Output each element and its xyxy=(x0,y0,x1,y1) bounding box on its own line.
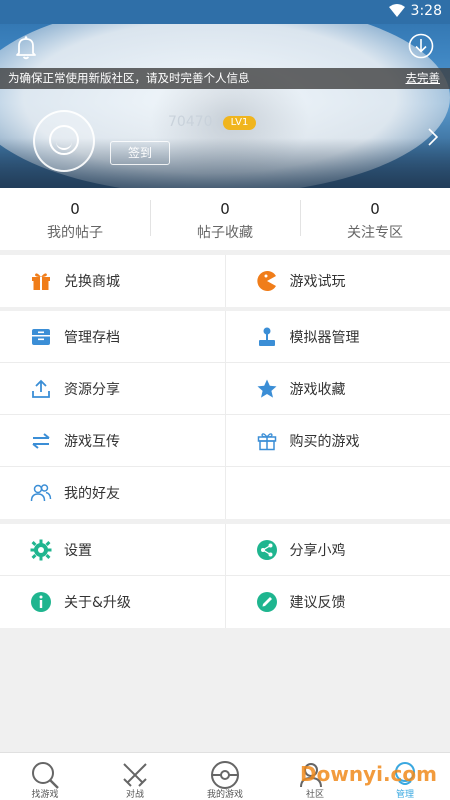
level-badge: LV1 xyxy=(223,116,256,130)
swap-arrows-icon xyxy=(30,430,52,452)
game-transfer-item[interactable]: 游戏互传 xyxy=(0,415,225,466)
signin-button[interactable]: 签到 xyxy=(110,141,170,165)
pacman-icon xyxy=(256,270,278,292)
wifi-icon xyxy=(388,4,405,17)
star-icon xyxy=(256,378,278,400)
gear-icon xyxy=(30,539,52,561)
stat-post-favorites[interactable]: 0 帖子收藏 xyxy=(150,188,300,250)
share-icon xyxy=(256,539,278,561)
exchange-store-item[interactable]: 兑换商城 xyxy=(0,255,225,307)
info-icon xyxy=(30,591,52,613)
status-bar: 3:28 xyxy=(0,0,450,24)
upload-icon xyxy=(30,378,52,400)
chevron-right-icon[interactable] xyxy=(428,128,438,146)
stat-my-posts[interactable]: 0 我的帖子 xyxy=(0,188,150,250)
menu-section-manage: 管理存档 模拟器管理 资源分享 游戏收藏 游戏互传 购买的游戏 我的好友 xyxy=(0,311,450,519)
username: 70470 xyxy=(168,114,213,130)
my-friends-item[interactable]: 我的好友 xyxy=(0,467,225,519)
manage-saves-item[interactable]: 管理存档 xyxy=(0,311,225,362)
pencil-icon xyxy=(256,591,278,613)
nav-find-games[interactable]: 找游戏 xyxy=(0,753,90,800)
resource-share-item[interactable]: 资源分享 xyxy=(0,363,225,414)
download-icon[interactable] xyxy=(408,33,434,59)
profile-header: 为确保正常使用新版社区，请及时完善个人信息 去完善 70470 LV1 签到 xyxy=(0,0,450,188)
joystick-icon xyxy=(256,326,278,348)
watermark: Downyi.com xyxy=(300,762,437,786)
gift-box-icon xyxy=(30,270,52,292)
nav-battle[interactable]: 对战 xyxy=(90,753,180,800)
menu-section-store: 兑换商城 游戏试玩 xyxy=(0,255,450,307)
archive-box-icon xyxy=(30,326,52,348)
avatar[interactable] xyxy=(33,110,95,172)
clock: 3:28 xyxy=(410,3,442,19)
notice-banner: 为确保正常使用新版社区，请及时完善个人信息 去完善 xyxy=(0,68,450,89)
game-trial-item[interactable]: 游戏试玩 xyxy=(224,255,450,307)
stat-followed-zones[interactable]: 0 关注专区 xyxy=(300,188,450,250)
about-upgrade-item[interactable]: 关于&升级 xyxy=(0,576,225,628)
bell-icon[interactable] xyxy=(12,33,40,61)
empty-cell xyxy=(224,467,450,519)
avatar-face-icon xyxy=(49,125,79,155)
stats-bar: 0 我的帖子 0 帖子收藏 0 关注专区 xyxy=(0,188,450,250)
game-favorites-item[interactable]: 游戏收藏 xyxy=(224,363,450,414)
purchased-games-item[interactable]: 购买的游戏 xyxy=(224,415,450,466)
share-app-item[interactable]: 分享小鸡 xyxy=(224,524,450,575)
nav-my-games[interactable]: 我的游戏 xyxy=(180,753,270,800)
emulator-manage-item[interactable]: 模拟器管理 xyxy=(224,311,450,362)
notice-text: 为确保正常使用新版社区，请及时完善个人信息 xyxy=(8,71,250,85)
settings-item[interactable]: 设置 xyxy=(0,524,225,575)
complete-info-link[interactable]: 去完善 xyxy=(406,68,441,89)
gift-outline-icon xyxy=(256,430,278,452)
users-icon xyxy=(30,482,52,504)
feedback-item[interactable]: 建议反馈 xyxy=(224,576,450,628)
menu-section-settings: 设置 分享小鸡 关于&升级 建议反馈 xyxy=(0,524,450,628)
